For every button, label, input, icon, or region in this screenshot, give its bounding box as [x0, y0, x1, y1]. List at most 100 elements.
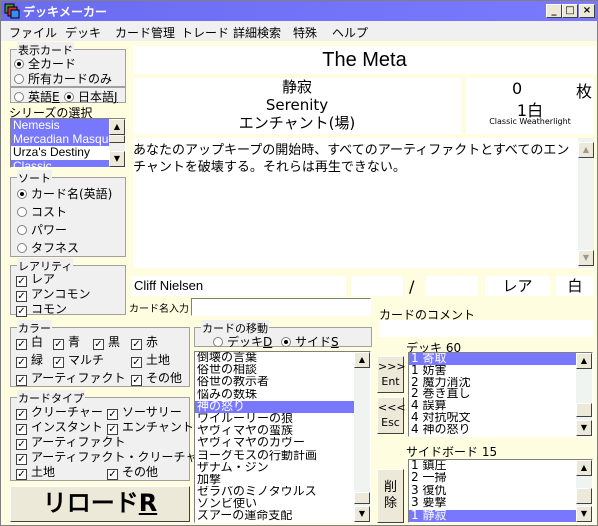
series-item[interactable]: Mercadian Masques — [11, 132, 125, 146]
card-text-scrollbar[interactable]: ▲ ▼ — [578, 138, 594, 268]
reload-button[interactable]: リロードR — [10, 486, 190, 522]
deck-list[interactable]: 1 寄取 1 妨害 2 魔力消沈 2 巻き直し 4 誤算 4 対抗呪文 4 神の怒り ▲ ▼ — [408, 352, 593, 437]
scroll-down-icon[interactable]: ▼ — [576, 420, 592, 436]
card-list-item[interactable]: 俗世の相談 — [195, 364, 354, 376]
card-name-input[interactable] — [191, 298, 371, 316]
card-list-item[interactable]: ヤヴィマヤの蛮族 — [195, 425, 354, 437]
card-list-item[interactable]: ゾンビ使い — [195, 498, 354, 510]
deck-list-item[interactable]: 4 誤算 — [409, 400, 576, 412]
radio-move-side[interactable]: サイドS — [281, 333, 339, 350]
scroll-up-icon[interactable]: ▲ — [576, 353, 592, 369]
check-black[interactable]: ✓ 黒 — [93, 333, 120, 350]
menu-deck[interactable]: デッキ — [65, 24, 101, 41]
sideboard-list[interactable]: 1 鎮圧 2 一掃 3 復仇 3 要撃 1 静寂 ▲ ▼ — [408, 459, 593, 523]
add-to-deck-button[interactable]: >>> Ent — [377, 356, 406, 393]
sideboard-list-item[interactable]: 3 復仇 — [409, 485, 576, 497]
deck-list-item[interactable]: 2 巻き直し — [409, 388, 576, 400]
checkmark-icon: ✓ — [131, 357, 142, 368]
radio-sort-power[interactable]: パワー — [17, 221, 67, 238]
card-list-item[interactable]: 悩みの数珠 — [195, 389, 354, 401]
card-list-item[interactable]: ワイルーリーの狼 — [195, 413, 354, 425]
check-blue[interactable]: ✓ 青 — [53, 333, 80, 350]
card-list-item[interactable]: ズアーの運命支配 — [195, 510, 354, 522]
card-comment-field[interactable] — [379, 320, 594, 337]
scroll-up-icon[interactable]: ▲ — [578, 142, 594, 158]
menu-advanced-search[interactable]: 詳細検索 — [233, 24, 281, 41]
sideboard-list-item[interactable]: 1 静寂 — [409, 509, 576, 522]
radio-sort-name[interactable]: カード名(英語) — [17, 185, 112, 202]
sideboard-list-item[interactable]: 2 一掃 — [409, 472, 576, 484]
scroll-thumb[interactable] — [576, 488, 592, 504]
check-land-type[interactable]: ✓ 土地 — [16, 463, 55, 480]
scroll-thumb[interactable] — [109, 135, 125, 143]
check-multi[interactable]: ✓ マルチ — [53, 351, 104, 368]
deck-list-item[interactable]: 1 妨害 — [409, 365, 576, 377]
delete-button[interactable]: 削 除 — [377, 469, 404, 523]
radio-english[interactable]: 英語E — [14, 88, 60, 105]
scroll-thumb[interactable] — [354, 492, 370, 504]
menu-help[interactable]: ヘルプ — [332, 24, 368, 41]
scroll-down-icon[interactable]: ▼ — [109, 151, 125, 167]
menu-card-management[interactable]: カード管理 — [115, 24, 175, 41]
radio-sort-toughness[interactable]: タフネス — [17, 239, 79, 256]
deck-list-item[interactable]: 4 対抗呪文 — [409, 412, 576, 424]
scroll-down-icon[interactable]: ▼ — [576, 506, 592, 522]
menu-file[interactable]: ファイル — [9, 24, 57, 41]
radio-move-deck[interactable]: デッキD — [213, 333, 272, 350]
button-label: Ent — [381, 375, 400, 388]
deck-list-item[interactable]: 1 寄取 — [409, 353, 576, 365]
button-label: 削 — [383, 480, 397, 495]
menu-trade[interactable]: トレード — [181, 24, 229, 41]
check-red[interactable]: ✓ 赤 — [131, 333, 158, 350]
series-scrollbar[interactable]: ▲ ▼ — [109, 119, 125, 167]
scroll-up-icon[interactable]: ▲ — [576, 460, 592, 476]
scroll-thumb[interactable] — [576, 403, 592, 417]
remove-from-deck-button[interactable]: <<< Esc — [377, 397, 406, 434]
radio-sort-cost[interactable]: コスト — [17, 203, 67, 220]
radio-japanese[interactable]: 日本語J — [64, 88, 118, 105]
sideboard-list-item[interactable]: 1 鎮圧 — [409, 460, 576, 472]
close-button[interactable]: × — [579, 4, 595, 18]
card-name-jp: 静寂 — [281, 78, 312, 96]
menu-special[interactable]: 特殊 — [293, 24, 317, 41]
sideboard-list-item[interactable]: 3 要撃 — [409, 497, 576, 509]
card-list[interactable]: 倒壊の言葉 俗世の相談 俗世の教示者 悩みの数珠 神の怒り ワイルーリーの狼 ヤヴィマヤの蛮… — [194, 351, 371, 523]
card-list-item[interactable]: ヨーグモスの行動計画 — [195, 450, 354, 462]
check-green[interactable]: ✓ 緑 — [16, 351, 43, 368]
card-list-item[interactable]: ヤヴィマヤのカヴー — [195, 437, 354, 449]
title-bar[interactable]: デッキメーカー _ □ × — [1, 1, 597, 21]
radio-label: コスト — [31, 205, 68, 219]
deck-list-item[interactable]: 4 神の怒り — [409, 424, 576, 436]
series-item[interactable]: Classic — [11, 159, 125, 167]
deck-list-scrollbar[interactable]: ▲ ▼ — [576, 353, 592, 436]
check-artifact[interactable]: ✓ アーティファクト — [16, 369, 126, 386]
scroll-down-icon[interactable]: ▼ — [354, 506, 370, 522]
card-list-item[interactable]: ゼラパのミノタウルス — [195, 486, 354, 498]
maximize-button[interactable]: □ — [562, 4, 578, 18]
card-list-item[interactable]: 加撃 — [195, 474, 354, 486]
radio-owned-only[interactable]: 所有カードのみ — [14, 70, 112, 87]
card-list-item[interactable]: 倒壊の言葉 — [195, 352, 354, 364]
scroll-up-icon[interactable]: ▲ — [109, 119, 125, 135]
minimize-button[interactable]: _ — [546, 4, 562, 18]
sideboard-list-scrollbar[interactable]: ▲ ▼ — [576, 460, 592, 522]
check-common[interactable]: ✓ コモン — [16, 300, 67, 317]
card-list-item[interactable]: 俗世の教示者 — [195, 376, 354, 388]
check-other-type[interactable]: ✓ その他 — [107, 463, 158, 480]
check-other-color[interactable]: ✓ その他 — [131, 369, 182, 386]
radio-label: タフネス — [31, 241, 80, 255]
check-land[interactable]: ✓ 土地 — [131, 351, 170, 368]
deck-list-item[interactable]: 2 魔力消沈 — [409, 377, 576, 389]
series-list[interactable]: Nemesis Mercadian Masques Urza's Destiny… — [10, 118, 126, 168]
card-list-item[interactable]: 神の怒り — [195, 400, 354, 413]
display-cards-group: 表示カード 全カード 所有カードのみ — [10, 42, 126, 87]
card-text-area[interactable]: あなたのアップキープの開始時、すべてのアーティファクトとすべてのエンチャントを破… — [133, 138, 594, 268]
check-white[interactable]: ✓ 白 — [16, 333, 43, 350]
series-item[interactable]: Urza's Destiny — [11, 146, 125, 160]
card-list-scrollbar[interactable]: ▲ ▼ — [354, 352, 370, 522]
series-item[interactable]: Nemesis — [11, 119, 125, 133]
scroll-down-icon[interactable]: ▼ — [578, 250, 594, 266]
scroll-up-icon[interactable]: ▲ — [354, 352, 370, 368]
card-list-item[interactable]: ザナム・ジン — [195, 462, 354, 474]
check-label: 黒 — [108, 335, 121, 349]
